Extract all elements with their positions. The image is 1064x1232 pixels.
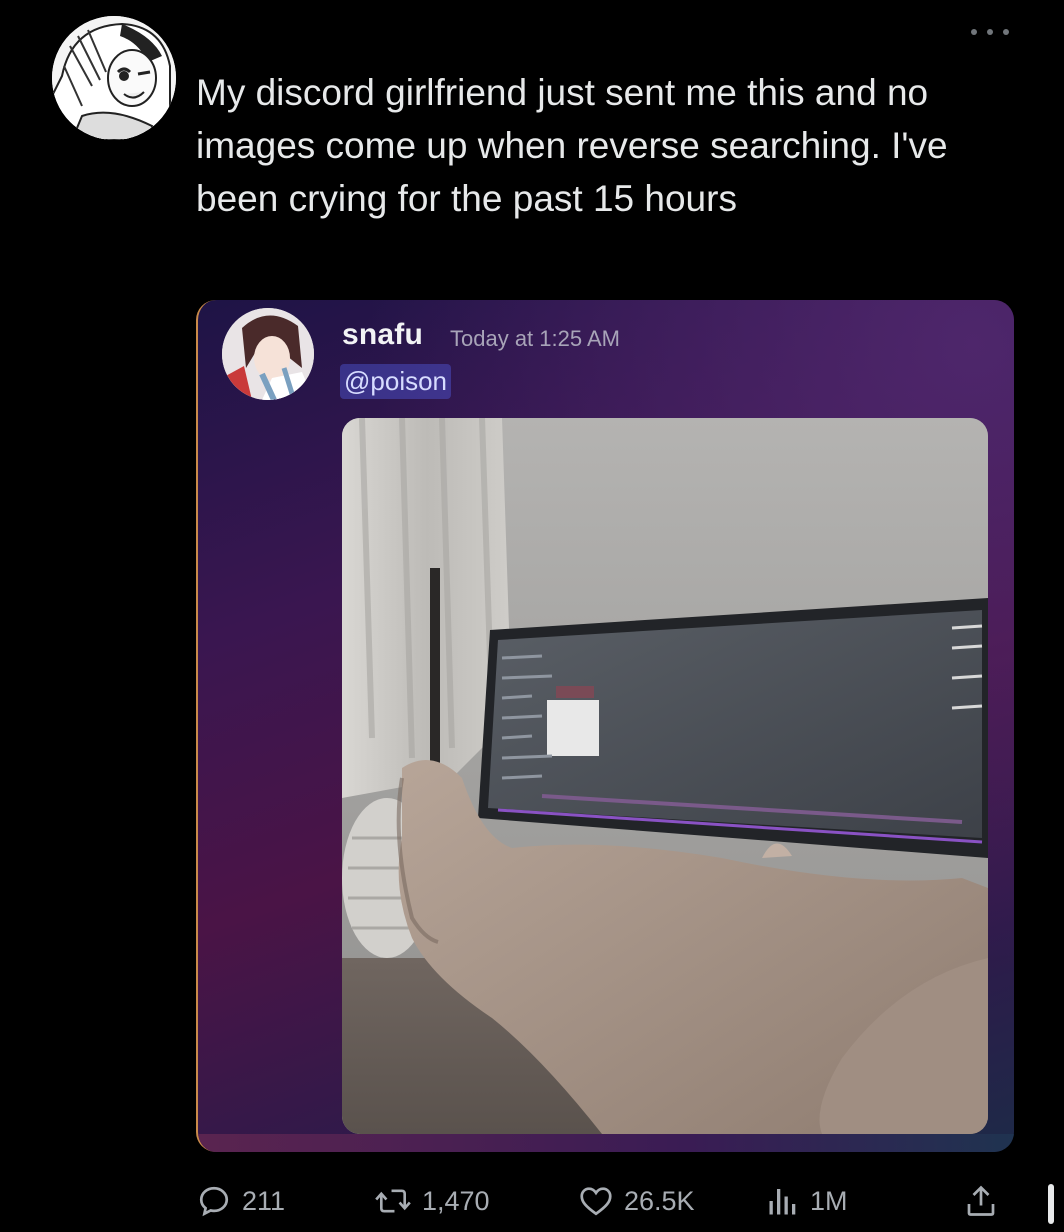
tweet-actions: 211 1,470 26.5K 1M — [196, 1176, 1036, 1226]
reply-count: 211 — [242, 1185, 286, 1216]
share-icon — [967, 1185, 995, 1216]
views-icon — [769, 1189, 796, 1215]
reply-button[interactable]: 211 — [196, 1176, 285, 1226]
discord-timestamp: Today at 1:25 AM — [450, 326, 620, 351]
author-avatar[interactable] — [52, 16, 176, 140]
reply-icon — [199, 1186, 229, 1217]
views-count: 1M — [810, 1185, 848, 1216]
retweet-icon — [375, 1189, 411, 1213]
discord-mention: @poison — [340, 364, 452, 399]
retweet-count: 1,470 — [422, 1185, 490, 1216]
tweet-text: My discord girlfriend just sent me this … — [196, 72, 948, 219]
discord-attached-photo — [342, 418, 988, 1134]
like-count: 26.5K — [624, 1185, 695, 1216]
scrollbar[interactable] — [1048, 1184, 1054, 1224]
manga-avatar-image — [52, 16, 176, 140]
views-button[interactable]: 1M — [766, 1176, 848, 1226]
photo-of-leg-and-monitor — [342, 418, 988, 1134]
tweet-media[interactable]: snafu Today at 1:25 AM @poison — [196, 300, 1014, 1152]
discord-username: snafu — [342, 318, 424, 351]
like-button[interactable]: 26.5K — [578, 1176, 695, 1226]
retweet-button[interactable]: 1,470 — [374, 1176, 490, 1226]
heart-icon — [580, 1187, 612, 1216]
anime-avatar-image — [222, 308, 314, 400]
discord-user-avatar — [222, 308, 314, 400]
share-button[interactable] — [964, 1176, 998, 1226]
more-icon[interactable] — [966, 20, 1014, 44]
